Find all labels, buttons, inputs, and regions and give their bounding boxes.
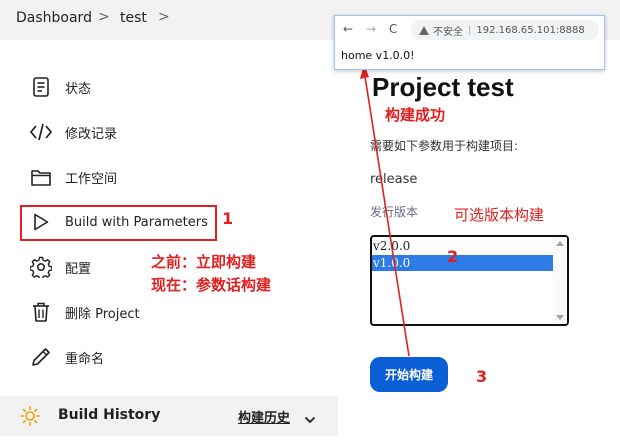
back-icon[interactable]: ← (343, 22, 353, 36)
forward-icon[interactable]: → (366, 22, 376, 36)
reload-icon[interactable]: C (389, 22, 397, 36)
warning-icon (419, 25, 429, 35)
url-divider: | (468, 24, 472, 36)
address-bar[interactable]: 不安全 | 192.168.65.101:8888 (411, 20, 599, 40)
insecure-label: 不安全 (433, 26, 463, 38)
url-text: 192.168.65.101:8888 (476, 24, 585, 36)
browser-popup: ← → C 不安全 | 192.168.65.101:8888 home v1.… (334, 15, 605, 70)
page-content: home v1.0.0! (341, 49, 415, 62)
